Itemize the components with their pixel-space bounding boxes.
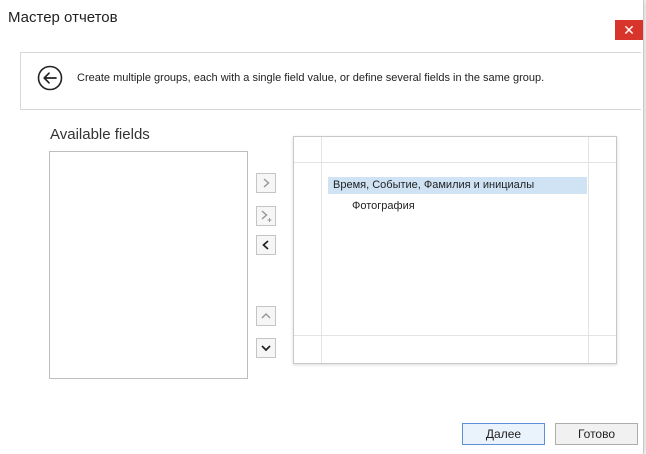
move-down-button[interactable]	[256, 338, 276, 358]
chevron-up-icon	[261, 312, 271, 319]
remove-field-button[interactable]	[256, 235, 276, 255]
chevron-right-icon	[263, 178, 270, 188]
guide-line	[321, 137, 322, 363]
back-button[interactable]	[36, 64, 64, 92]
guide-line	[588, 137, 589, 363]
move-up-button[interactable]	[256, 306, 276, 326]
next-button[interactable]: Далее	[462, 423, 545, 445]
window-title: Мастер отчетов	[8, 9, 118, 26]
wizard-instructions: Create multiple groups, each with a sing…	[77, 72, 545, 84]
group-subitem[interactable]: Фотография	[352, 198, 415, 215]
title-bar: Мастер отчетов ✕	[0, 0, 643, 40]
arrow-left-circle-icon	[37, 65, 63, 91]
wizard-header: Create multiple groups, each with a sing…	[20, 52, 641, 110]
chevron-down-icon	[261, 345, 271, 352]
add-to-group-button[interactable]	[256, 206, 276, 226]
report-wizard-window: Мастер отчетов ✕ Create multiple groups,…	[0, 0, 644, 454]
finish-button[interactable]: Готово	[555, 423, 638, 445]
guide-line	[294, 335, 616, 336]
group-item[interactable]: Время, Событие, Фамилия и инициалы	[328, 177, 587, 194]
chevron-left-icon	[262, 240, 269, 250]
groups-list[interactable]: Время, Событие, Фамилия и инициалы Фотог…	[293, 136, 617, 364]
available-fields-label: Available fields	[50, 126, 150, 143]
chevron-right-plus-icon	[261, 210, 272, 222]
available-fields-list[interactable]	[49, 151, 248, 379]
guide-line	[294, 162, 616, 163]
add-field-button[interactable]	[256, 173, 276, 193]
close-button[interactable]: ✕	[615, 20, 643, 40]
